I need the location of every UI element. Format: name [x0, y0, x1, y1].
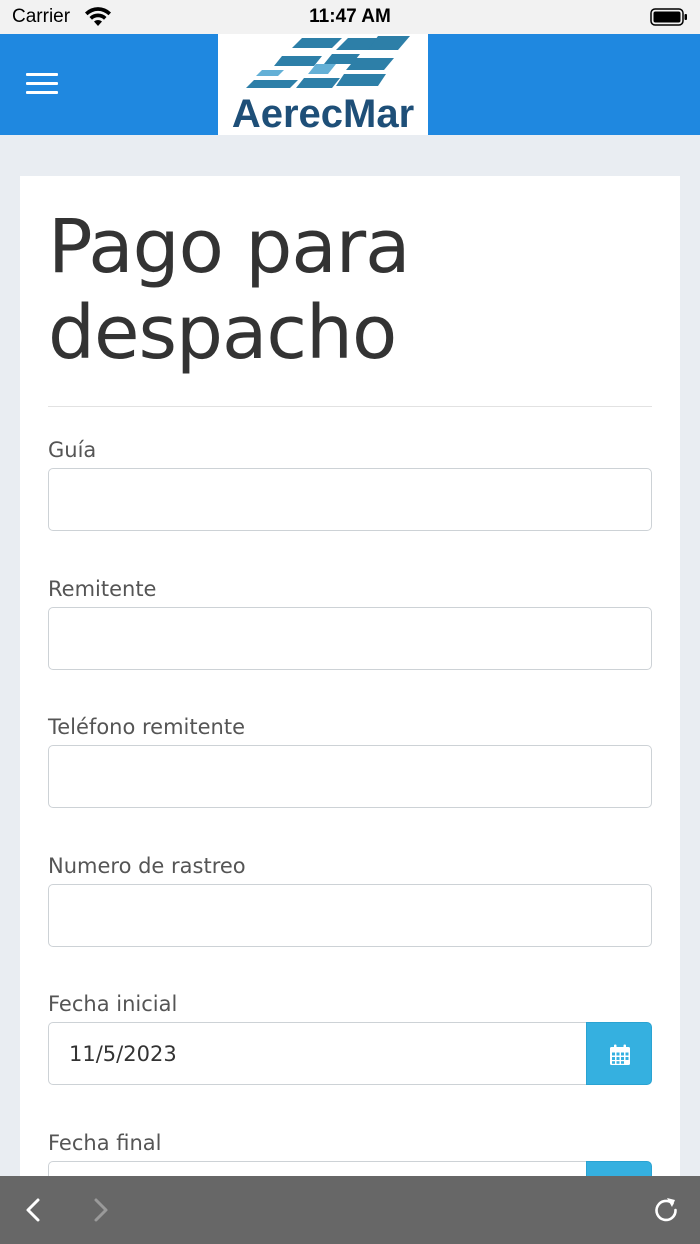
form-card: Pago para despacho Guía Remitente Teléfo…	[20, 176, 680, 1244]
brand-logo: AerecMar	[218, 34, 428, 135]
page-title: Pago para despacho	[48, 204, 411, 376]
reload-icon[interactable]	[650, 1194, 682, 1226]
logo-mark-icon	[246, 36, 410, 88]
guia-label: Guía	[48, 438, 97, 462]
chevron-right-icon[interactable]	[84, 1194, 116, 1226]
guia-input[interactable]	[48, 468, 652, 531]
fecha-inicial-group	[48, 1022, 652, 1085]
status-time: 11:47 AM	[309, 6, 391, 27]
calendar-icon	[610, 1044, 630, 1065]
telefono-remitente-label: Teléfono remitente	[48, 715, 246, 739]
app-header: AerecMar	[0, 34, 700, 135]
title-divider	[48, 406, 652, 407]
fecha-inicial-label: Fecha inicial	[48, 992, 178, 1016]
battery-icon	[650, 8, 687, 26]
fecha-final-label: Fecha final	[48, 1131, 162, 1155]
telefono-remitente-input[interactable]	[48, 745, 652, 808]
fecha-inicial-calendar-button[interactable]	[586, 1022, 652, 1085]
status-bar: Carrier 11:47 AM	[0, 0, 700, 34]
remitente-label: Remitente	[48, 577, 157, 601]
numero-rastreo-label: Numero de rastreo	[48, 854, 246, 878]
remitente-input[interactable]	[48, 607, 652, 670]
logo-text: AerecMar	[231, 92, 415, 135]
chevron-left-icon[interactable]	[18, 1194, 50, 1226]
hamburger-menu-icon[interactable]	[24, 68, 60, 98]
numero-rastreo-input[interactable]	[48, 884, 652, 947]
fecha-inicial-input[interactable]	[48, 1022, 588, 1085]
browser-toolbar	[0, 1176, 700, 1244]
